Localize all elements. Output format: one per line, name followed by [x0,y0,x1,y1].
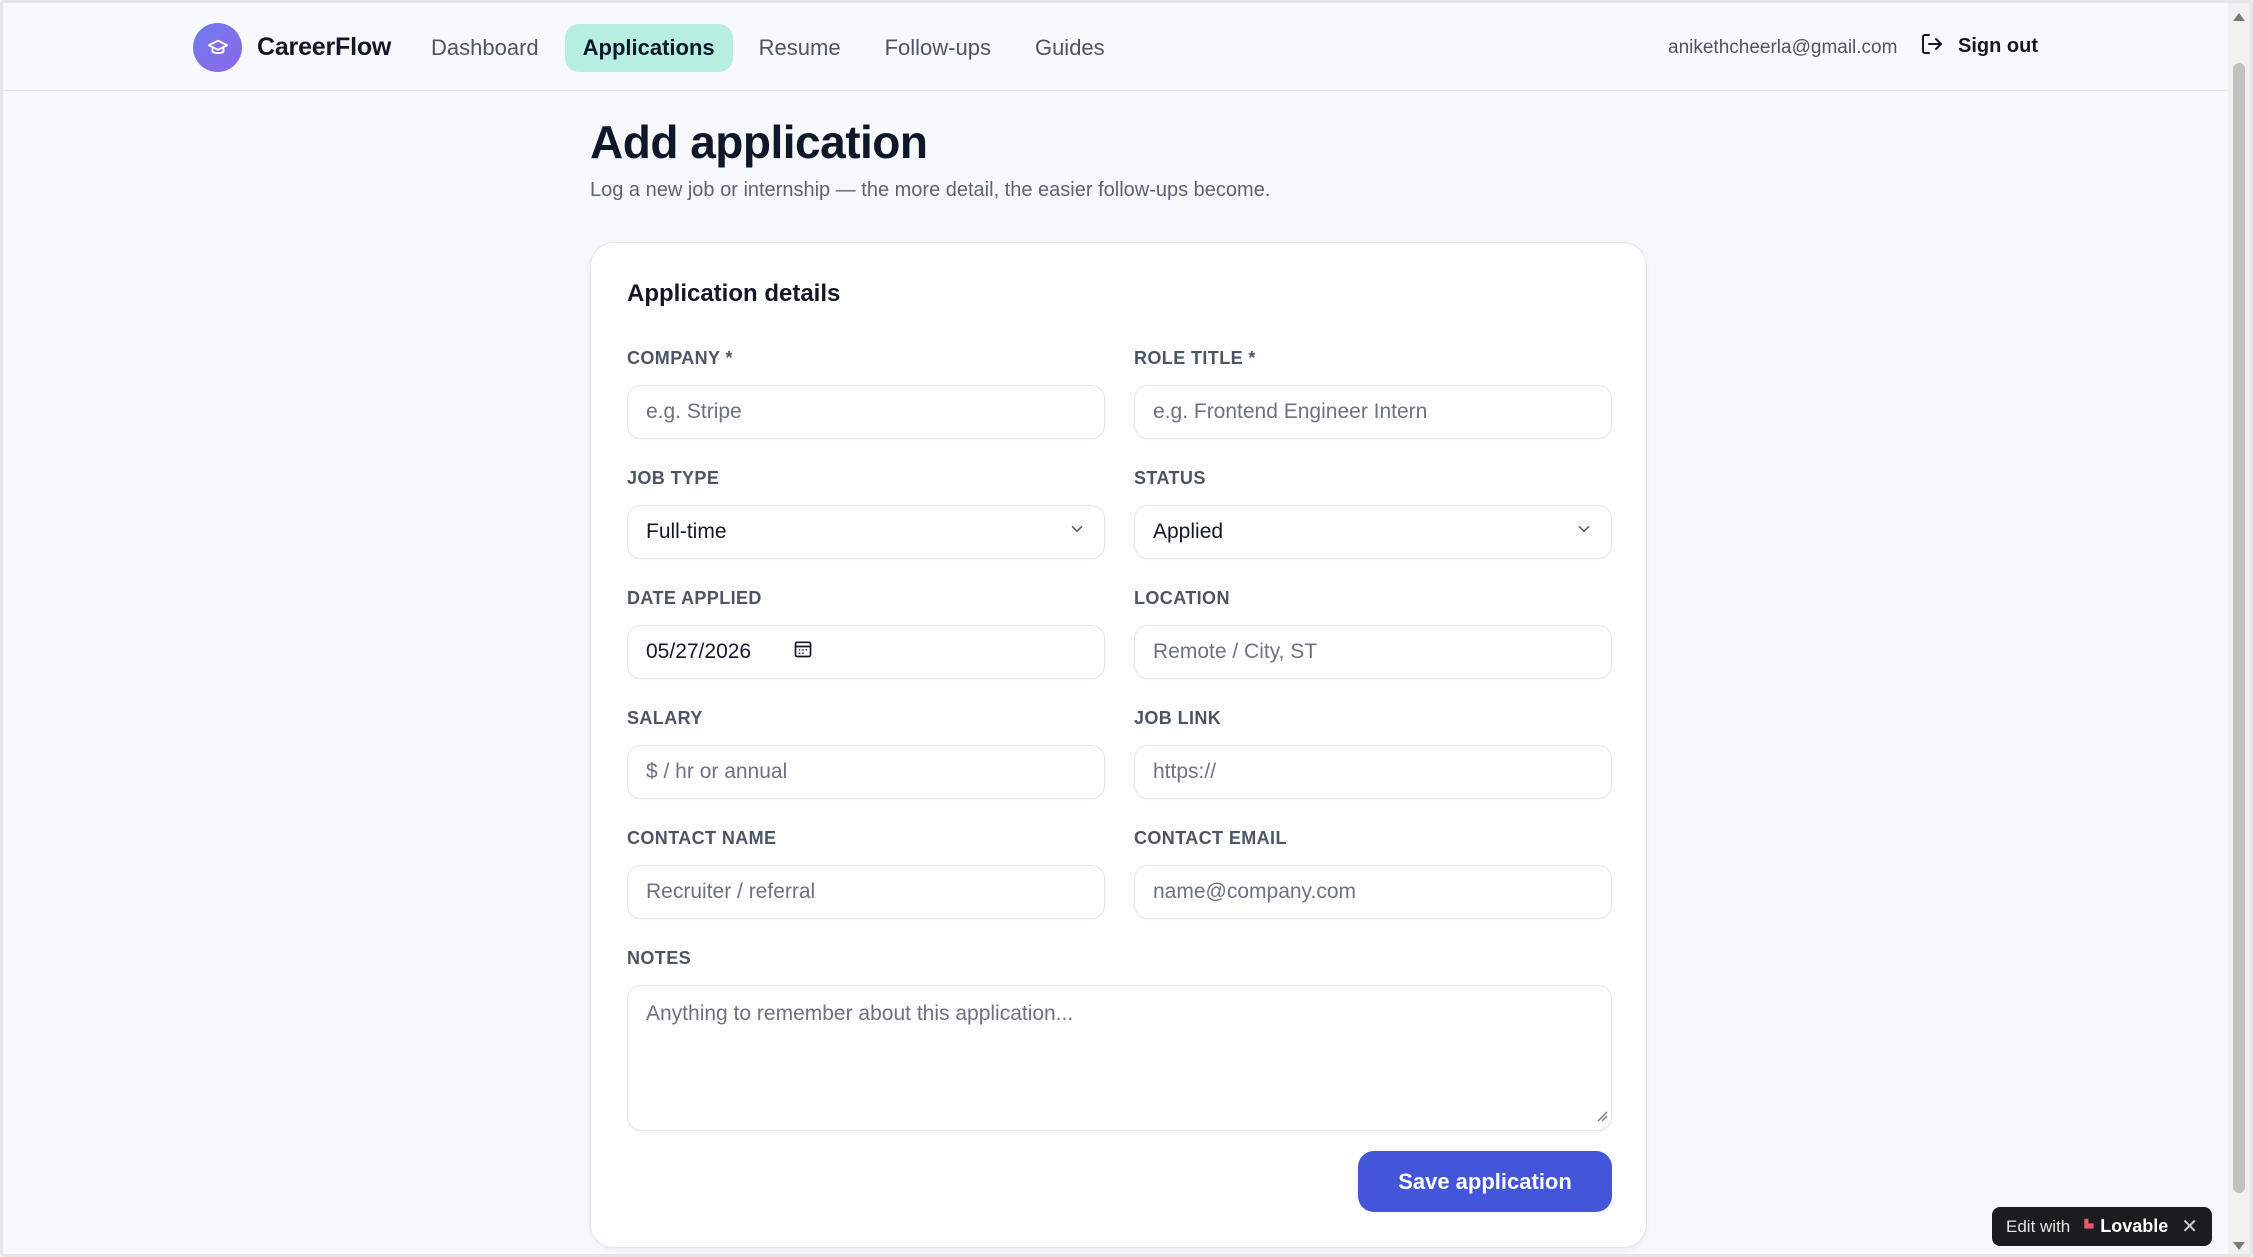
lovable-heart-icon [2082,1217,2096,1236]
nav-item-applications[interactable]: Applications [564,24,733,72]
user-email: anikethcheerla@gmail.com [1668,37,1898,58]
job-type-field: JOB TYPE Full-time [627,468,1105,559]
role-title-input[interactable] [1153,400,1593,424]
log-out-icon [1920,32,1944,61]
brand-name: CareerFlow [257,33,392,61]
notes-label: NOTES [627,948,692,968]
chevron-down-icon [1575,520,1593,544]
status-select[interactable]: Applied [1134,505,1612,559]
job-type-select[interactable]: Full-time [627,505,1105,559]
scroll-down-arrow-icon[interactable] [2233,1242,2245,1250]
sign-out-label: Sign out [1958,35,2038,57]
salary-label: SALARY [627,708,703,728]
notes-field: NOTES [627,948,1612,1131]
job-link-label: JOB LINK [1134,708,1222,728]
location-field: LOCATION [1134,588,1612,679]
card-title: Application details [627,280,841,307]
salary-field: SALARY [627,708,1105,799]
status-label: STATUS [1134,468,1206,488]
sign-out-button[interactable]: Sign out [1920,32,2038,61]
date-applied-input[interactable]: 05/27/2026 [627,625,1105,679]
nav-item-follow-ups[interactable]: Follow-ups [867,24,1009,72]
application-form-card: Application details COMPANY * ROLE TITLE… [590,242,1647,1248]
chevron-down-icon [1068,520,1086,544]
main-nav: Dashboard Applications Resume Follow-ups… [413,24,1123,72]
badge-prefix: Edit with [2006,1216,2071,1236]
scroll-up-arrow-icon[interactable] [2233,13,2245,21]
resize-handle-icon[interactable] [1596,1109,1608,1127]
brand[interactable]: CareerFlow [193,23,391,72]
salary-input[interactable] [646,760,1086,784]
status-field: STATUS Applied [1134,468,1612,559]
nav-item-resume[interactable]: Resume [741,24,859,72]
job-link-input[interactable] [1153,760,1593,784]
date-applied-label: DATE APPLIED [627,588,762,608]
job-type-label: JOB TYPE [627,468,720,488]
location-input[interactable] [1153,640,1593,664]
top-nav: CareerFlow Dashboard Applications Resume… [3,3,2231,91]
nav-item-dashboard[interactable]: Dashboard [413,24,557,72]
vertical-scrollbar[interactable] [2228,3,2250,1254]
contact-email-input[interactable] [1153,880,1593,904]
date-applied-value: 05/27/2026 [646,640,752,663]
badge-brand: Lovable [2100,1216,2169,1236]
company-input[interactable] [646,400,1086,424]
contact-email-label: CONTACT EMAIL [1134,828,1287,848]
contact-email-field: CONTACT EMAIL [1134,828,1612,919]
role-title-label: ROLE TITLE * [1134,348,1256,368]
calendar-icon[interactable] [793,639,813,665]
nav-item-guides[interactable]: Guides [1017,24,1123,72]
page-subtitle: Log a new job or internship — the more d… [590,179,1271,201]
company-label: COMPANY * [627,348,733,368]
contact-name-field: CONTACT NAME [627,828,1105,919]
app-window: CareerFlow Dashboard Applications Resume… [0,0,2253,1257]
date-applied-field: DATE APPLIED 05/27/2026 [627,588,1105,679]
company-field: COMPANY * [627,348,1105,439]
job-link-field: JOB LINK [1134,708,1612,799]
status-value: Applied [1153,520,1224,543]
edit-with-lovable-badge[interactable]: Edit with Lovable ✕ [1992,1207,2212,1246]
contact-name-input[interactable] [646,880,1086,904]
page-title: Add application [590,116,928,168]
contact-name-label: CONTACT NAME [627,828,777,848]
scrollbar-thumb[interactable] [2233,63,2245,1193]
close-icon[interactable]: ✕ [2181,1214,2198,1239]
job-type-value: Full-time [646,520,727,543]
notes-textarea[interactable] [628,986,1611,1130]
save-application-button[interactable]: Save application [1358,1151,1612,1212]
graduation-cap-icon [193,23,242,72]
role-title-field: ROLE TITLE * [1134,348,1612,439]
location-label: LOCATION [1134,588,1230,608]
